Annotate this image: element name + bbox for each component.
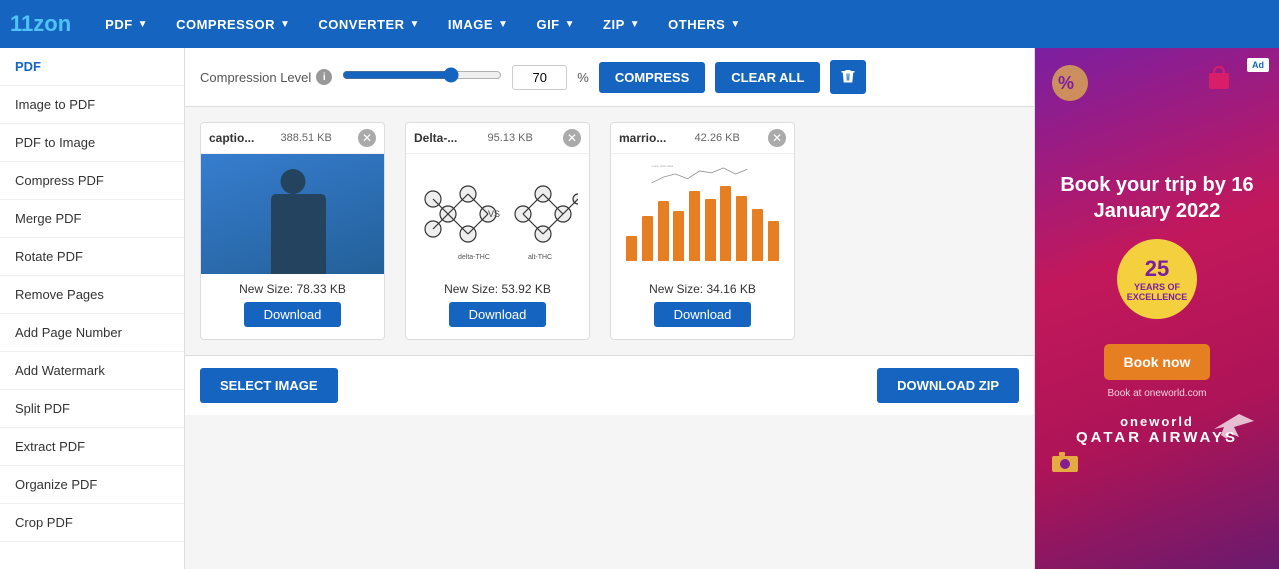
ad-badge: Ad [1247,58,1269,72]
svg-text:delta-THC: delta-THC [458,254,490,261]
main-nav: PDF ▼ COMPRESSOR ▼ CONVERTER ▼ IMAGE ▼ G… [91,0,755,48]
thumb-person [201,154,384,274]
toolbar: Compression Level i % COMPRESS CLEAR ALL [185,48,1034,107]
download-zip-button[interactable]: DOWNLOAD ZIP [877,368,1019,403]
nav-zip-arrow: ▼ [630,19,640,30]
download-btn-0[interactable]: Download [244,302,342,327]
sidebar-item-pdf[interactable]: PDF [0,48,184,86]
nav-image[interactable]: IMAGE ▼ [434,0,523,48]
svg-text:%: % [1058,73,1074,93]
ad-years-number: 25 [1145,256,1169,282]
nav-others-arrow: ▼ [730,19,740,30]
nav-zip[interactable]: ZIP ▼ [589,0,654,48]
ad-content: Ad % Book your trip by 16 January 2022 2… [1035,48,1279,569]
nav-others[interactable]: OTHERS ▼ [654,0,755,48]
ad-book-button[interactable]: Book now [1104,344,1211,380]
nav-image-arrow: ▼ [498,19,508,30]
sidebar-item-add-watermark[interactable]: Add Watermark [0,352,184,390]
clear-all-button[interactable]: CLEAR ALL [715,62,820,93]
molecule-svg: VS [418,159,578,269]
logo-text-start: 11z [10,11,44,36]
file-header-0: captio... 388.51 KB ✕ [201,123,384,154]
nav-converter-arrow: ▼ [410,19,420,30]
bottom-bar: SELECT IMAGE DOWNLOAD ZIP [185,355,1034,415]
file-size-2: 42.26 KB [695,132,740,144]
scroll-content: captio... 388.51 KB ✕ N [185,107,1034,355]
download-btn-1[interactable]: Download [449,302,547,327]
download-btn-2[interactable]: Download [654,302,752,327]
line-chart-svg: mario chart data [619,162,786,186]
sidebar-item-pdf-to-image[interactable]: PDF to Image [0,124,184,162]
files-grid: captio... 388.51 KB ✕ N [200,122,1019,340]
sidebar-item-crop-pdf[interactable]: Crop PDF [0,504,184,542]
nav-gif-arrow: ▼ [565,19,575,30]
svg-text:mario chart data: mario chart data [652,164,674,168]
close-btn-2[interactable]: ✕ [768,129,786,147]
files-area: captio... 388.51 KB ✕ N [185,107,1034,355]
ad-panel: Ad % Book your trip by 16 January 2022 2… [1034,48,1279,569]
camera-icon [1050,449,1080,474]
close-btn-1[interactable]: ✕ [563,129,581,147]
main-layout: PDF Image to PDF PDF to Image Compress P… [0,48,1279,569]
nav-converter[interactable]: CONVERTER ▼ [304,0,434,48]
nav-pdf[interactable]: PDF ▼ [91,0,162,48]
content-area: Compression Level i % COMPRESS CLEAR ALL [185,48,1034,569]
select-image-button[interactable]: SELECT IMAGE [200,368,338,403]
file-header-1: Delta-... 95.13 KB ✕ [406,123,589,154]
sidebar-item-rotate-pdf[interactable]: Rotate PDF [0,238,184,276]
trash-button[interactable] [830,60,866,94]
svg-text:alt-THC: alt-THC [528,254,552,261]
nav-compressor-arrow: ▼ [280,19,290,30]
sidebar-item-add-page-number[interactable]: Add Page Number [0,314,184,352]
sidebar-item-organize-pdf[interactable]: Organize PDF [0,466,184,504]
sidebar-item-image-to-pdf[interactable]: Image to PDF [0,86,184,124]
file-header-2: marrio... 42.26 KB ✕ [611,123,794,154]
file-card-2: marrio... 42.26 KB ✕ mario chart data [610,122,795,340]
sidebar-item-split-pdf[interactable]: Split PDF [0,390,184,428]
sidebar-item-merge-pdf[interactable]: Merge PDF [0,200,184,238]
file-new-size-0: New Size: 78.33 KB [201,282,384,296]
thumb-molecule: VS [406,154,589,274]
percent-sign: % [577,70,589,85]
nav-compressor[interactable]: COMPRESSOR ▼ [162,0,304,48]
bag-icon [1204,63,1234,93]
file-size-1: 95.13 KB [488,132,533,144]
file-name-2: marrio... [619,131,666,145]
ad-sub-text: Book at oneworld.com [1108,388,1207,399]
logo-text-end: n [58,11,71,36]
svg-text:VS: VS [488,209,500,219]
header: 11zon PDF ▼ COMPRESSOR ▼ CONVERTER ▼ IMA… [0,0,1279,48]
sidebar-item-extract-pdf[interactable]: Extract PDF [0,428,184,466]
info-icon[interactable]: i [316,69,332,85]
file-new-size-1: New Size: 53.92 KB [406,282,589,296]
file-thumbnail-0 [201,154,384,274]
file-thumbnail-1: VS [406,154,589,274]
file-card-0: captio... 388.51 KB ✕ N [200,122,385,340]
sidebar-item-compress-pdf[interactable]: Compress PDF [0,162,184,200]
percent-icon: % [1050,63,1090,103]
sidebar: PDF Image to PDF PDF to Image Compress P… [0,48,185,569]
file-name-0: captio... [209,131,254,145]
ad-years-text: YEARS OF EXCELLENCE [1117,282,1197,302]
file-size-0: 388.51 KB [280,132,331,144]
slider-container [342,67,502,88]
logo[interactable]: 11zon [10,11,71,37]
nav-gif[interactable]: GIF ▼ [522,0,589,48]
compression-value-input[interactable] [512,65,567,90]
ad-title: Book your trip by 16 January 2022 [1055,172,1259,224]
compression-slider[interactable] [342,67,502,83]
file-new-size-2: New Size: 34.16 KB [611,282,794,296]
compress-button[interactable]: COMPRESS [599,62,705,93]
file-name-1: Delta-... [414,131,457,145]
ad-years-badge: 25 YEARS OF EXCELLENCE [1117,239,1197,319]
logo-accent: o [44,11,57,36]
plane-icon [1209,409,1259,444]
trash-icon [840,69,856,85]
nav-pdf-arrow: ▼ [138,19,148,30]
sidebar-item-remove-pages[interactable]: Remove Pages [0,276,184,314]
file-thumbnail-2: mario chart data [611,154,794,274]
file-card-1: Delta-... 95.13 KB ✕ [405,122,590,340]
compression-label: Compression Level i [200,69,332,85]
close-btn-0[interactable]: ✕ [358,129,376,147]
